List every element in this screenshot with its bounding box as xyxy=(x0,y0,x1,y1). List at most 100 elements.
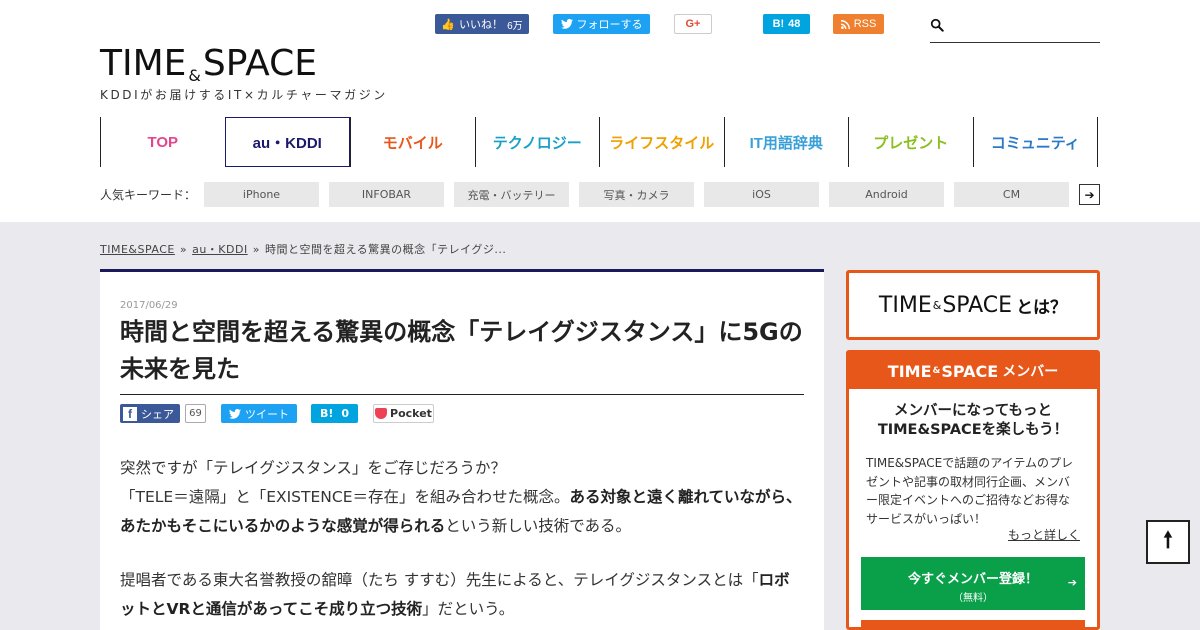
member-lead-line: メンバーになってもっと xyxy=(893,403,1053,419)
search-icon[interactable] xyxy=(930,18,944,32)
paragraph-2: 提唱者である東大名誉教授の舘暲（たち すすむ）先生によると、テレイグジスタンスと… xyxy=(120,566,804,624)
facebook-share-count: 69 xyxy=(185,404,206,423)
like-count: 6万 xyxy=(507,20,523,32)
facebook-icon: f xyxy=(123,406,137,421)
facebook-share-label: シェア xyxy=(141,407,174,421)
search-box xyxy=(930,14,1100,43)
paragraph-1: 突然ですが「テレイグジスタンス」をご存じだろうか？ 「TELE＝遠隔」と「EXI… xyxy=(120,454,804,541)
member-header-amp: & xyxy=(932,366,941,376)
member-more-link[interactable]: もっと詳しく xyxy=(1008,526,1080,543)
nav-label-technology: テクノロジー xyxy=(492,134,582,152)
keyword-tag[interactable]: 写真・カメラ xyxy=(579,182,694,207)
nav-item-top[interactable]: TOP xyxy=(100,117,225,167)
rss-label: RSS xyxy=(853,18,877,30)
nav-label-present: プレゼント xyxy=(873,134,949,152)
facebook-share-button[interactable]: f シェア xyxy=(120,404,180,423)
nav-item-technology[interactable]: テクノロジー xyxy=(474,117,600,167)
back-to-top-button[interactable]: 🠕 xyxy=(1146,520,1190,564)
nav-item-community[interactable]: コミュニティ xyxy=(972,117,1098,167)
pocket-button[interactable]: Pocket xyxy=(373,404,434,423)
register-label: 今すぐメンバー登録！ xyxy=(907,572,1038,587)
member-login-button[interactable] xyxy=(861,620,1085,627)
breadcrumb-separator: » xyxy=(252,243,260,256)
member-panel-header: TIME & SPACE メンバー xyxy=(849,353,1097,389)
facebook-like-button[interactable]: 👍 いいね！ 6万 xyxy=(435,14,529,34)
paragraph-text: 突然ですが「テレイグジスタンス」をご存じだろうか？ xyxy=(120,459,506,477)
breadcrumb: TIME&SPACE » au・KDDI » 時間と空間を超える驚異の概念「テレイグジ.… xyxy=(100,241,506,257)
about-suffix: とは？ xyxy=(1016,297,1068,318)
google-plus-icon: G+ xyxy=(685,18,701,30)
hatena-bookmark-button[interactable]: B! 0 xyxy=(311,404,358,423)
tweet-button[interactable]: ツイート xyxy=(221,404,297,423)
nav-label-community: コミュニティ xyxy=(990,134,1080,152)
about-amp: & xyxy=(932,298,942,312)
twitter-bird-icon xyxy=(229,408,241,419)
popular-keywords-label: 人気キーワード： xyxy=(100,188,197,202)
thumbs-up-icon: 👍 xyxy=(441,18,456,31)
twitter-follow-button[interactable]: フォローする xyxy=(553,14,650,34)
nav-item-lifestyle[interactable]: ライフスタイル xyxy=(599,117,724,167)
site-tagline: KDDIがお届けするIT×カルチャーマガジン xyxy=(100,88,388,102)
article-title: 時間と空間を超える驚異の概念「テレイグジスタンス」に5Gの未来を見た xyxy=(120,314,804,395)
pocket-label: Pocket xyxy=(390,407,432,420)
member-lead-line: TIME&SPACEを楽しもう！ xyxy=(877,422,1069,438)
arrow-right-icon: ➔ xyxy=(1067,576,1077,589)
paragraph-text: 「TELE＝遠隔」と「EXISTENCE＝存在」を組み合わせた概念。 xyxy=(120,488,570,506)
rss-icon xyxy=(840,19,850,29)
site-header: 👍 いいね！ 6万 フォローする G+ B! 48 RSS TIME &SPACE… xyxy=(0,0,1200,222)
keyword-tag[interactable]: INFOBAR xyxy=(329,182,444,207)
hatena-count: 0 xyxy=(341,407,350,420)
member-description: TIME&SPACEで話題のアイテムのプレゼントや記事の取材同行企画、メンバー限… xyxy=(866,456,1074,526)
logo-amp: & xyxy=(188,66,201,85)
share-count-value: 69 xyxy=(189,408,202,419)
like-label: いいね！ xyxy=(459,19,504,31)
hatena-bookmark-button[interactable]: B! 48 xyxy=(763,14,810,34)
member-register-button[interactable]: 今すぐメンバー登録！ （無料） ➔ xyxy=(861,557,1085,610)
nav-label-lifestyle: ライフスタイル xyxy=(609,134,715,152)
keywords-more-button[interactable]: ➔ xyxy=(1079,184,1100,205)
nav-item-mobile[interactable]: モバイル xyxy=(350,117,475,167)
keyword-tag[interactable]: 充電・バッテリー xyxy=(454,182,569,207)
arrow-right-icon: ➔ xyxy=(1084,187,1095,202)
member-header-space: SPACE xyxy=(941,361,999,381)
tweet-label: ツイート xyxy=(245,407,289,421)
nav-item-present[interactable]: プレゼント xyxy=(848,117,973,167)
breadcrumb-current: 時間と空間を超える驚異の概念「テレイグジ... xyxy=(264,243,507,256)
logo-space: SPACE xyxy=(202,43,318,84)
about-space: SPACE xyxy=(942,292,1013,318)
keyword-tag[interactable]: CM xyxy=(954,182,1069,207)
nav-label-it-glossary: IT用語辞典 xyxy=(749,134,823,152)
article-date: 2017/06/29 xyxy=(120,300,178,311)
keyword-tag[interactable]: Android xyxy=(829,182,944,207)
nav-label-au-kddi: au・KDDI xyxy=(252,134,322,152)
global-nav: TOP au・KDDI モバイル テクノロジー ライフスタイル IT用語辞典 プ… xyxy=(100,117,1098,167)
breadcrumb-separator: » xyxy=(179,243,188,256)
search-input[interactable] xyxy=(950,16,1098,38)
nav-item-au-kddi[interactable]: au・KDDI xyxy=(224,117,350,167)
register-sublabel: （無料） xyxy=(953,593,993,604)
rss-button[interactable]: RSS xyxy=(833,14,884,34)
paragraph-text: 」だという。 xyxy=(422,600,515,618)
member-panel: TIME & SPACE メンバー メンバーになってもっと TIME&SPACEを楽… xyxy=(846,350,1100,630)
about-time: TIME xyxy=(878,292,932,318)
keyword-tag[interactable]: iPhone xyxy=(204,182,319,207)
hatena-icon: B! xyxy=(319,407,334,420)
twitter-bird-icon xyxy=(560,19,573,29)
breadcrumb-home-link[interactable]: TIME&SPACE xyxy=(100,243,175,256)
member-header-time: TIME xyxy=(887,361,932,381)
nav-label-mobile: モバイル xyxy=(382,134,443,152)
member-lead: メンバーになってもっと TIME&SPACEを楽しもう！ xyxy=(849,402,1097,440)
nav-label-top: TOP xyxy=(147,133,179,151)
breadcrumb-category-link[interactable]: au・KDDI xyxy=(192,243,248,256)
about-banner[interactable]: TIME & SPACE とは？ xyxy=(846,270,1100,340)
keyword-tag[interactable]: iOS xyxy=(704,182,819,207)
hatena-count: 48 xyxy=(788,18,801,30)
article: 2017/06/29 時間と空間を超える驚異の概念「テレイグジスタンス」に5Gの… xyxy=(100,269,824,630)
pocket-icon xyxy=(375,408,388,419)
nav-item-it-glossary[interactable]: IT用語辞典 xyxy=(723,117,849,167)
logo-time: TIME xyxy=(100,43,187,84)
paragraph-text: 提唱者である東大名誉教授の舘暲（たち すすむ）先生によると、テレイグジスタンスと… xyxy=(120,571,759,589)
follow-label: フォローする xyxy=(576,19,643,31)
paragraph-text: という新しい技術である。 xyxy=(445,517,632,535)
google-plus-button[interactable]: G+ xyxy=(674,14,712,34)
